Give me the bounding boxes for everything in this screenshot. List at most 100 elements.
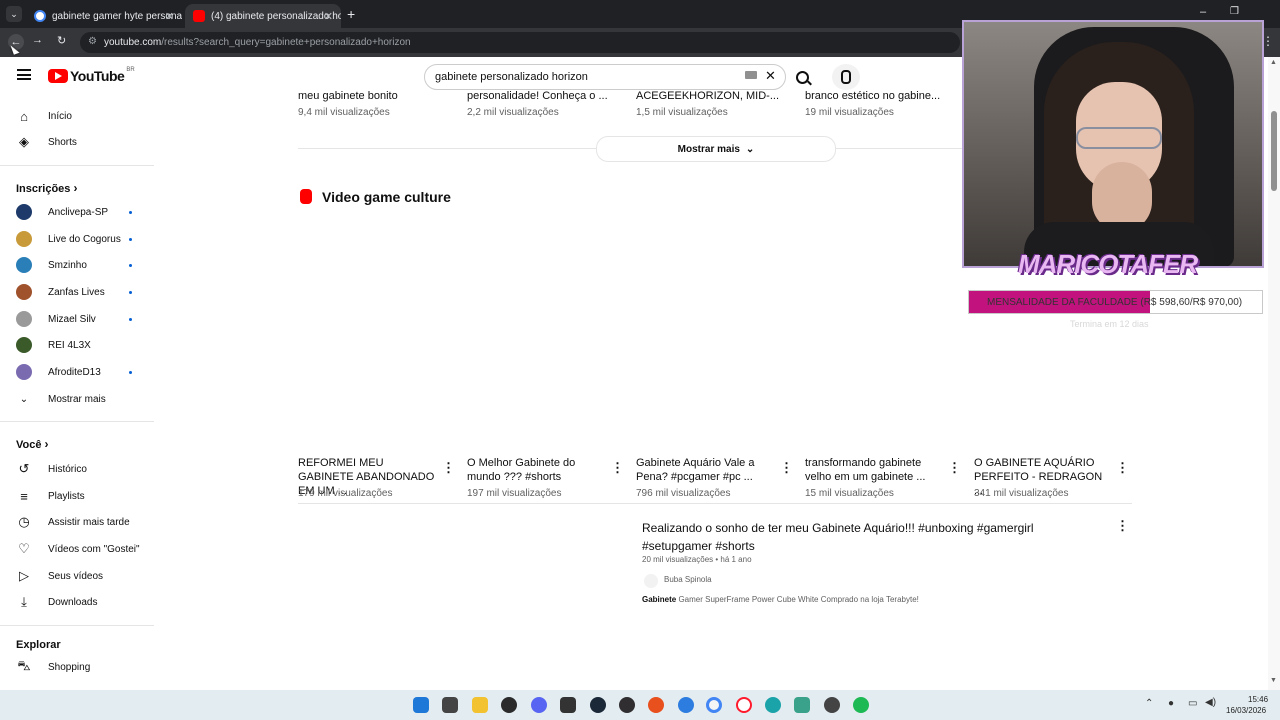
avatar xyxy=(16,364,32,380)
scrollbar-thumb[interactable] xyxy=(1271,111,1277,191)
brave-icon[interactable] xyxy=(648,697,664,713)
discord-icon[interactable] xyxy=(531,697,547,713)
minimize-icon[interactable]: – xyxy=(1200,6,1206,18)
sidebar-item-label: Playlists xyxy=(48,490,85,502)
steam-icon[interactable] xyxy=(590,697,606,713)
more-options-icon[interactable]: ⋮ xyxy=(948,460,961,476)
clock-date[interactable]: 16/03/2026 xyxy=(1226,706,1266,715)
start-icon[interactable] xyxy=(413,697,429,713)
you-heading[interactable]: Você › xyxy=(16,437,49,451)
more-options-icon[interactable]: ⋮ xyxy=(1116,518,1129,534)
browser-tab-1[interactable]: gabinete gamer hyte personaliz ✕ xyxy=(26,4,182,28)
more-options-icon[interactable]: ⋮ xyxy=(1116,460,1129,476)
opera-icon[interactable] xyxy=(736,697,752,713)
youtube-logo[interactable]: YouTube BR xyxy=(48,67,135,84)
network-icon[interactable]: ▭ xyxy=(1188,698,1197,709)
microphone-tray-icon[interactable]: ● xyxy=(1168,698,1174,709)
show-more-button[interactable]: Mostrar mais ⌄ xyxy=(596,136,836,162)
show-more-subscriptions[interactable]: ⌄ Mostrar mais xyxy=(0,386,150,412)
view-count: 15 mil visualizações xyxy=(805,488,894,499)
clear-search-icon[interactable]: ✕ xyxy=(765,68,776,84)
view-count: 197 mil visualizações xyxy=(467,488,562,499)
app-store-icon[interactable] xyxy=(678,697,694,713)
sidebar-item-inicio[interactable]: ⌂ Início xyxy=(0,103,150,129)
clock-time[interactable]: 15:46 xyxy=(1248,695,1268,704)
volume-icon[interactable]: ◀) xyxy=(1205,697,1216,708)
reload-icon[interactable]: ↻ xyxy=(57,34,66,47)
subscription-item[interactable]: AfroditeD13 xyxy=(0,359,150,385)
sidebar-item-downloads[interactable]: ⤓ Downloads xyxy=(0,589,150,615)
sidebar-item-playlists[interactable]: ≡ Playlists xyxy=(0,483,150,509)
more-options-icon[interactable]: ⋮ xyxy=(442,460,455,476)
channel-brand-logo: MARICOTAFER xyxy=(1018,249,1198,279)
sidebar-item-label: Assistir mais tarde xyxy=(48,516,130,528)
scrollbar-down-arrow[interactable]: ▼ xyxy=(1270,677,1277,684)
pen-app-icon[interactable] xyxy=(794,697,810,713)
keyboard-icon[interactable] xyxy=(745,71,757,79)
task-view-icon[interactable] xyxy=(442,697,458,713)
subscription-item[interactable]: Zanfas Lives xyxy=(0,279,150,305)
view-count: 9,4 mil visualizações xyxy=(298,107,390,118)
channel-avatar[interactable] xyxy=(644,574,658,588)
spotify-icon[interactable] xyxy=(853,697,869,713)
tab-search-icon[interactable]: ⌄ xyxy=(6,6,22,22)
video-title[interactable]: personalidade! Conheça o ... xyxy=(467,89,617,103)
short-title[interactable]: Gabinete Aquário Vale a Pena? #pcgamer #… xyxy=(636,456,776,484)
youtube-favicon-icon xyxy=(193,10,205,22)
more-options-icon[interactable]: ⋮ xyxy=(611,460,624,476)
chrome-icon[interactable] xyxy=(706,697,722,713)
edge-icon[interactable] xyxy=(765,697,781,713)
sidebar-item-your-videos[interactable]: ▷ Seus vídeos xyxy=(0,563,150,589)
subscription-item[interactable]: Smzinho xyxy=(0,252,150,278)
video-title[interactable]: meu gabinete bonito xyxy=(298,89,448,103)
avatar xyxy=(16,311,32,327)
subscriptions-heading[interactable]: Inscrições › xyxy=(16,181,77,195)
video-title[interactable]: ACEGEEKHORIZON, MID-... xyxy=(636,89,786,103)
subscription-item[interactable]: Anclivepa-SP xyxy=(0,199,150,225)
chevron-right-icon: › xyxy=(73,181,78,195)
sidebar-item-label: Shorts xyxy=(48,136,77,148)
sidebar-item-history[interactable]: ↺ Histórico xyxy=(0,456,150,482)
your-videos-icon: ▷ xyxy=(19,568,29,583)
show-more-label: Mostrar mais xyxy=(677,143,740,155)
forward-icon[interactable]: → xyxy=(32,34,43,46)
page-scrollbar[interactable]: ▲ ▼ xyxy=(1268,57,1280,690)
view-count: 341 mil visualizações xyxy=(974,488,1069,499)
new-tab-icon[interactable]: + xyxy=(347,6,355,22)
browser-tab-2-active[interactable]: (4) gabinete personalizado hor ✕ xyxy=(185,4,341,28)
video-title[interactable]: branco estético no gabine... xyxy=(805,89,955,103)
more-options-icon[interactable]: ⋮ xyxy=(780,460,793,476)
home-icon: ⌂ xyxy=(20,108,28,124)
file-explorer-icon[interactable] xyxy=(472,697,488,713)
game-app-icon[interactable] xyxy=(824,697,840,713)
site-info-icon[interactable]: ⚙ xyxy=(88,36,97,47)
obs-icon[interactable] xyxy=(619,697,635,713)
restore-icon[interactable]: ❐ xyxy=(1230,6,1239,17)
sidebar-item-shopping[interactable]: ⛍ Shopping xyxy=(0,654,150,680)
video-title[interactable]: Realizando o sonho de ter meu Gabinete A… xyxy=(642,519,1082,555)
address-bar[interactable]: ⚙ youtube.com/results?search_query=gabin… xyxy=(80,32,960,53)
close-tab-icon[interactable]: ✕ xyxy=(324,10,333,23)
subscription-item[interactable]: Live do Cogorus xyxy=(0,226,150,252)
scrollbar-up-arrow[interactable]: ▲ xyxy=(1270,59,1277,66)
show-hidden-icons[interactable]: ⌃ xyxy=(1145,698,1153,709)
close-tab-icon[interactable]: ✕ xyxy=(165,10,174,23)
short-title[interactable]: transformando gabinete velho em um gabin… xyxy=(805,456,945,484)
terminal-icon[interactable] xyxy=(501,697,517,713)
search-input[interactable]: gabinete personalizado horizon ✕ xyxy=(424,64,786,90)
channel-name[interactable]: Buba Spinola xyxy=(664,575,712,584)
sidebar-item-shorts[interactable]: ◈ Shorts xyxy=(0,129,150,155)
search-button[interactable] xyxy=(786,64,818,90)
short-title[interactable]: O Melhor Gabinete do mundo ??? #shorts xyxy=(467,456,607,484)
menu-icon[interactable] xyxy=(17,69,31,80)
sidebar-item-watch-later[interactable]: ◷ Assistir mais tarde xyxy=(0,509,150,535)
region-code: BR xyxy=(126,67,135,73)
voice-search-button[interactable] xyxy=(832,64,860,90)
sidebar-item-liked[interactable]: ♡ Vídeos com "Gostei" xyxy=(0,536,150,562)
webcam-overlay xyxy=(962,20,1264,268)
subscription-item[interactable]: REI 4L3X xyxy=(0,332,150,358)
subscription-item[interactable]: Mizael Silv xyxy=(0,306,150,332)
gpu-app-icon[interactable] xyxy=(560,697,576,713)
shorts-icon: ◈ xyxy=(19,134,29,149)
chevron-down-icon: ⌄ xyxy=(745,143,755,155)
